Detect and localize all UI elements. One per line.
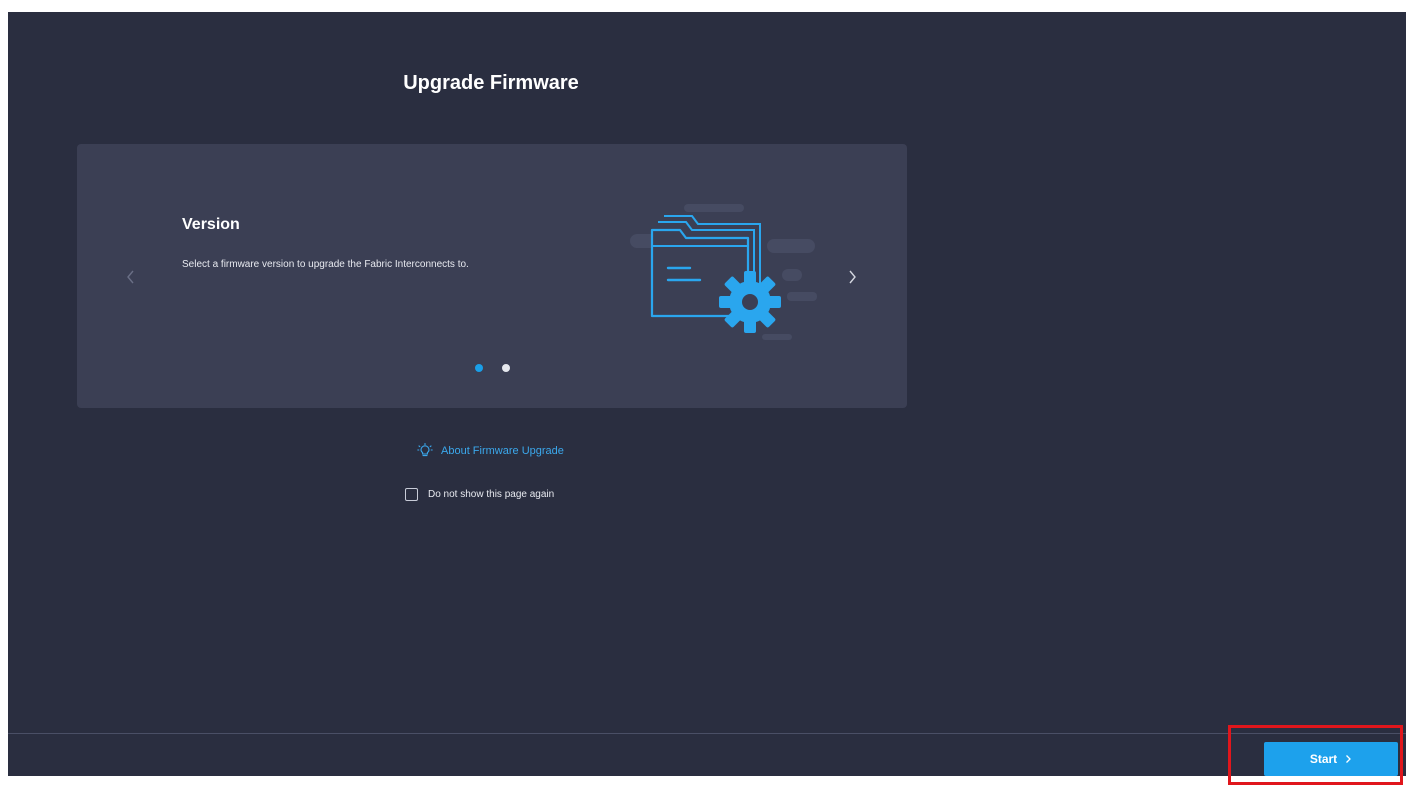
carousel-next-button[interactable] [840, 262, 864, 292]
dont-show-again-option: Do not show this page again [405, 488, 554, 501]
start-button-label: Start [1309, 752, 1338, 766]
chevron-right-icon [849, 270, 856, 284]
chevron-left-icon [127, 270, 134, 284]
slide-title: Version [182, 216, 240, 233]
lightbulb-icon [417, 443, 433, 457]
dont-show-again-checkbox[interactable] [405, 488, 418, 501]
slide-description: Select a firmware version to upgrade the… [182, 259, 469, 270]
chevron-right-icon [1346, 755, 1352, 763]
folder-gear-icon [630, 204, 817, 340]
carousel-dot-2[interactable] [501, 364, 510, 372]
about-link-label: About Firmware Upgrade [441, 445, 564, 457]
carousel-pagination [77, 364, 907, 372]
carousel-dot-1[interactable] [474, 364, 483, 372]
about-firmware-upgrade-link[interactable]: About Firmware Upgrade [417, 443, 564, 459]
carousel-prev-button[interactable] [119, 262, 143, 292]
start-button[interactable]: Start [1264, 742, 1398, 776]
dont-show-again-label[interactable]: Do not show this page again [428, 489, 554, 500]
page-title: Upgrade Firmware [403, 72, 579, 94]
intro-carousel: Version Select a firmware version to upg… [77, 144, 907, 408]
upgrade-firmware-screen: Upgrade Firmware Version Select a firmwa… [8, 12, 1406, 785]
footer-divider [8, 733, 1406, 734]
